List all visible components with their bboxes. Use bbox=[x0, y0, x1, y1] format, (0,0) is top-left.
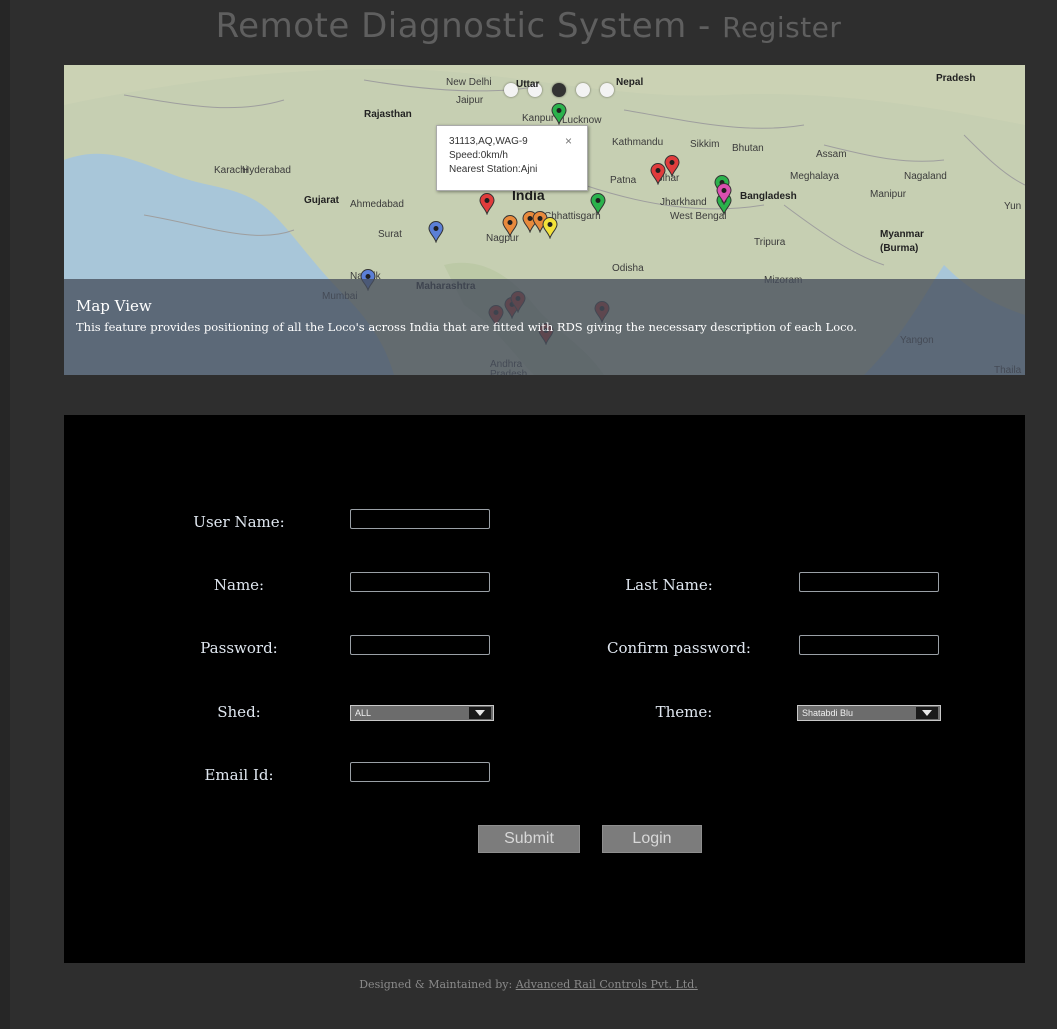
map-place-label: Myanmar bbox=[880, 229, 924, 240]
shed-label: Shed: bbox=[217, 703, 261, 721]
map-marker-icon[interactable] bbox=[716, 183, 732, 205]
map-caption: Map View This feature provides positioni… bbox=[64, 279, 1025, 375]
page-frame bbox=[0, 0, 10, 1029]
map-place-label: Assam bbox=[816, 149, 847, 160]
map-place-label: Bangladesh bbox=[740, 191, 797, 202]
map-marker-icon[interactable] bbox=[590, 193, 606, 215]
map-place-label: Meghalaya bbox=[790, 171, 839, 182]
map-place-label: Odisha bbox=[612, 263, 644, 274]
popup-nearest-station: Nearest Station:Ajni bbox=[449, 164, 538, 175]
popup-speed: Speed:0km/h bbox=[449, 150, 508, 161]
theme-label: Theme: bbox=[655, 703, 713, 721]
shed-select-value: ALL bbox=[355, 708, 372, 718]
last-name-input[interactable] bbox=[799, 572, 939, 592]
caption-title: Map View bbox=[76, 297, 152, 315]
map-place-label: Surat bbox=[378, 229, 402, 240]
shed-select[interactable]: ALL bbox=[350, 705, 494, 721]
login-button[interactable]: Login bbox=[602, 825, 702, 853]
dropdown-arrow-icon[interactable] bbox=[916, 707, 938, 719]
popup-loco-id: 31113,AQ,WAG-9 bbox=[449, 136, 528, 147]
map-place-label: Jaipur bbox=[456, 95, 484, 106]
map-place-label: Rajasthan bbox=[364, 109, 412, 120]
footer: Designed & Maintained by: Advanced Rail … bbox=[0, 978, 1057, 991]
slider-dot[interactable] bbox=[600, 83, 614, 97]
password-input[interactable] bbox=[350, 635, 490, 655]
map-place-label: Uttar bbox=[516, 79, 540, 90]
confirm-password-input[interactable] bbox=[799, 635, 939, 655]
map-place-label: Ahmedabad bbox=[350, 199, 404, 210]
footer-prefix: Designed & Maintained by: bbox=[359, 978, 516, 991]
name-label: Name: bbox=[213, 576, 265, 594]
map-marker-icon[interactable] bbox=[428, 221, 444, 243]
close-icon[interactable]: × bbox=[565, 134, 572, 148]
map-place-label: Gujarat bbox=[304, 195, 340, 206]
map-place-label: Manipur bbox=[870, 189, 907, 200]
password-label: Password: bbox=[200, 639, 278, 657]
map-marker-icon[interactable] bbox=[664, 155, 680, 177]
map-place-label: Pradesh bbox=[936, 73, 976, 84]
slider-dot[interactable] bbox=[576, 83, 590, 97]
map-place-label: Nagaland bbox=[904, 171, 947, 182]
map-place-label: Kathmandu bbox=[612, 137, 664, 148]
page-title-sub: Register bbox=[722, 11, 842, 44]
page-title: Remote Diagnostic System - Register bbox=[0, 6, 1057, 46]
map-marker-icon[interactable] bbox=[650, 163, 666, 185]
map-place-label: Yun bbox=[1004, 201, 1022, 212]
loco-info-popup: 31113,AQ,WAG-9 Speed:0km/h Nearest Stati… bbox=[436, 125, 588, 191]
map-place-label: Sikkim bbox=[690, 139, 720, 150]
map-view-slider[interactable]: New Delhi Uttar Nepal Pradesh Rajasthan Jaipu… bbox=[64, 65, 1025, 375]
submit-button[interactable]: Submit bbox=[478, 825, 580, 853]
theme-select[interactable]: Shatabdi Blu bbox=[797, 705, 941, 721]
map-marker-icon[interactable] bbox=[502, 215, 518, 237]
map-marker-icon[interactable] bbox=[479, 193, 495, 215]
confirm-password-label: Confirm password: bbox=[607, 639, 751, 657]
map-place-label: New Delhi bbox=[446, 77, 492, 88]
map-place-label: (Burma) bbox=[880, 243, 919, 254]
user-name-label: User Name: bbox=[193, 513, 285, 531]
map-place-label: Patna bbox=[610, 175, 637, 186]
map-place-label: Jharkhand bbox=[660, 197, 707, 208]
user-name-input[interactable] bbox=[350, 509, 490, 529]
caption-text: This feature provides positioning of all… bbox=[76, 320, 857, 334]
map-place-label: Bhutan bbox=[732, 143, 764, 154]
map-place-label: Hyderabad bbox=[242, 165, 291, 176]
map-marker-icon[interactable] bbox=[551, 103, 567, 125]
theme-select-value: Shatabdi Blu bbox=[802, 708, 854, 718]
map-place-label: Tripura bbox=[754, 237, 786, 248]
dropdown-arrow-icon[interactable] bbox=[469, 707, 491, 719]
map-place-label: Kanpur bbox=[522, 113, 555, 124]
name-input[interactable] bbox=[350, 572, 490, 592]
email-label: Email Id: bbox=[204, 766, 274, 784]
email-input[interactable] bbox=[350, 762, 490, 782]
map-marker-icon[interactable] bbox=[542, 217, 558, 239]
page-title-main: Remote Diagnostic System - bbox=[215, 6, 723, 46]
slider-dot-active[interactable] bbox=[552, 83, 566, 97]
map-place-label: Nepal bbox=[616, 77, 644, 88]
last-name-label: Last Name: bbox=[625, 576, 713, 594]
register-form: User Name: Name: Last Name: Password: Co… bbox=[64, 415, 1025, 963]
footer-company-link[interactable]: Advanced Rail Controls Pvt. Ltd. bbox=[516, 978, 698, 991]
